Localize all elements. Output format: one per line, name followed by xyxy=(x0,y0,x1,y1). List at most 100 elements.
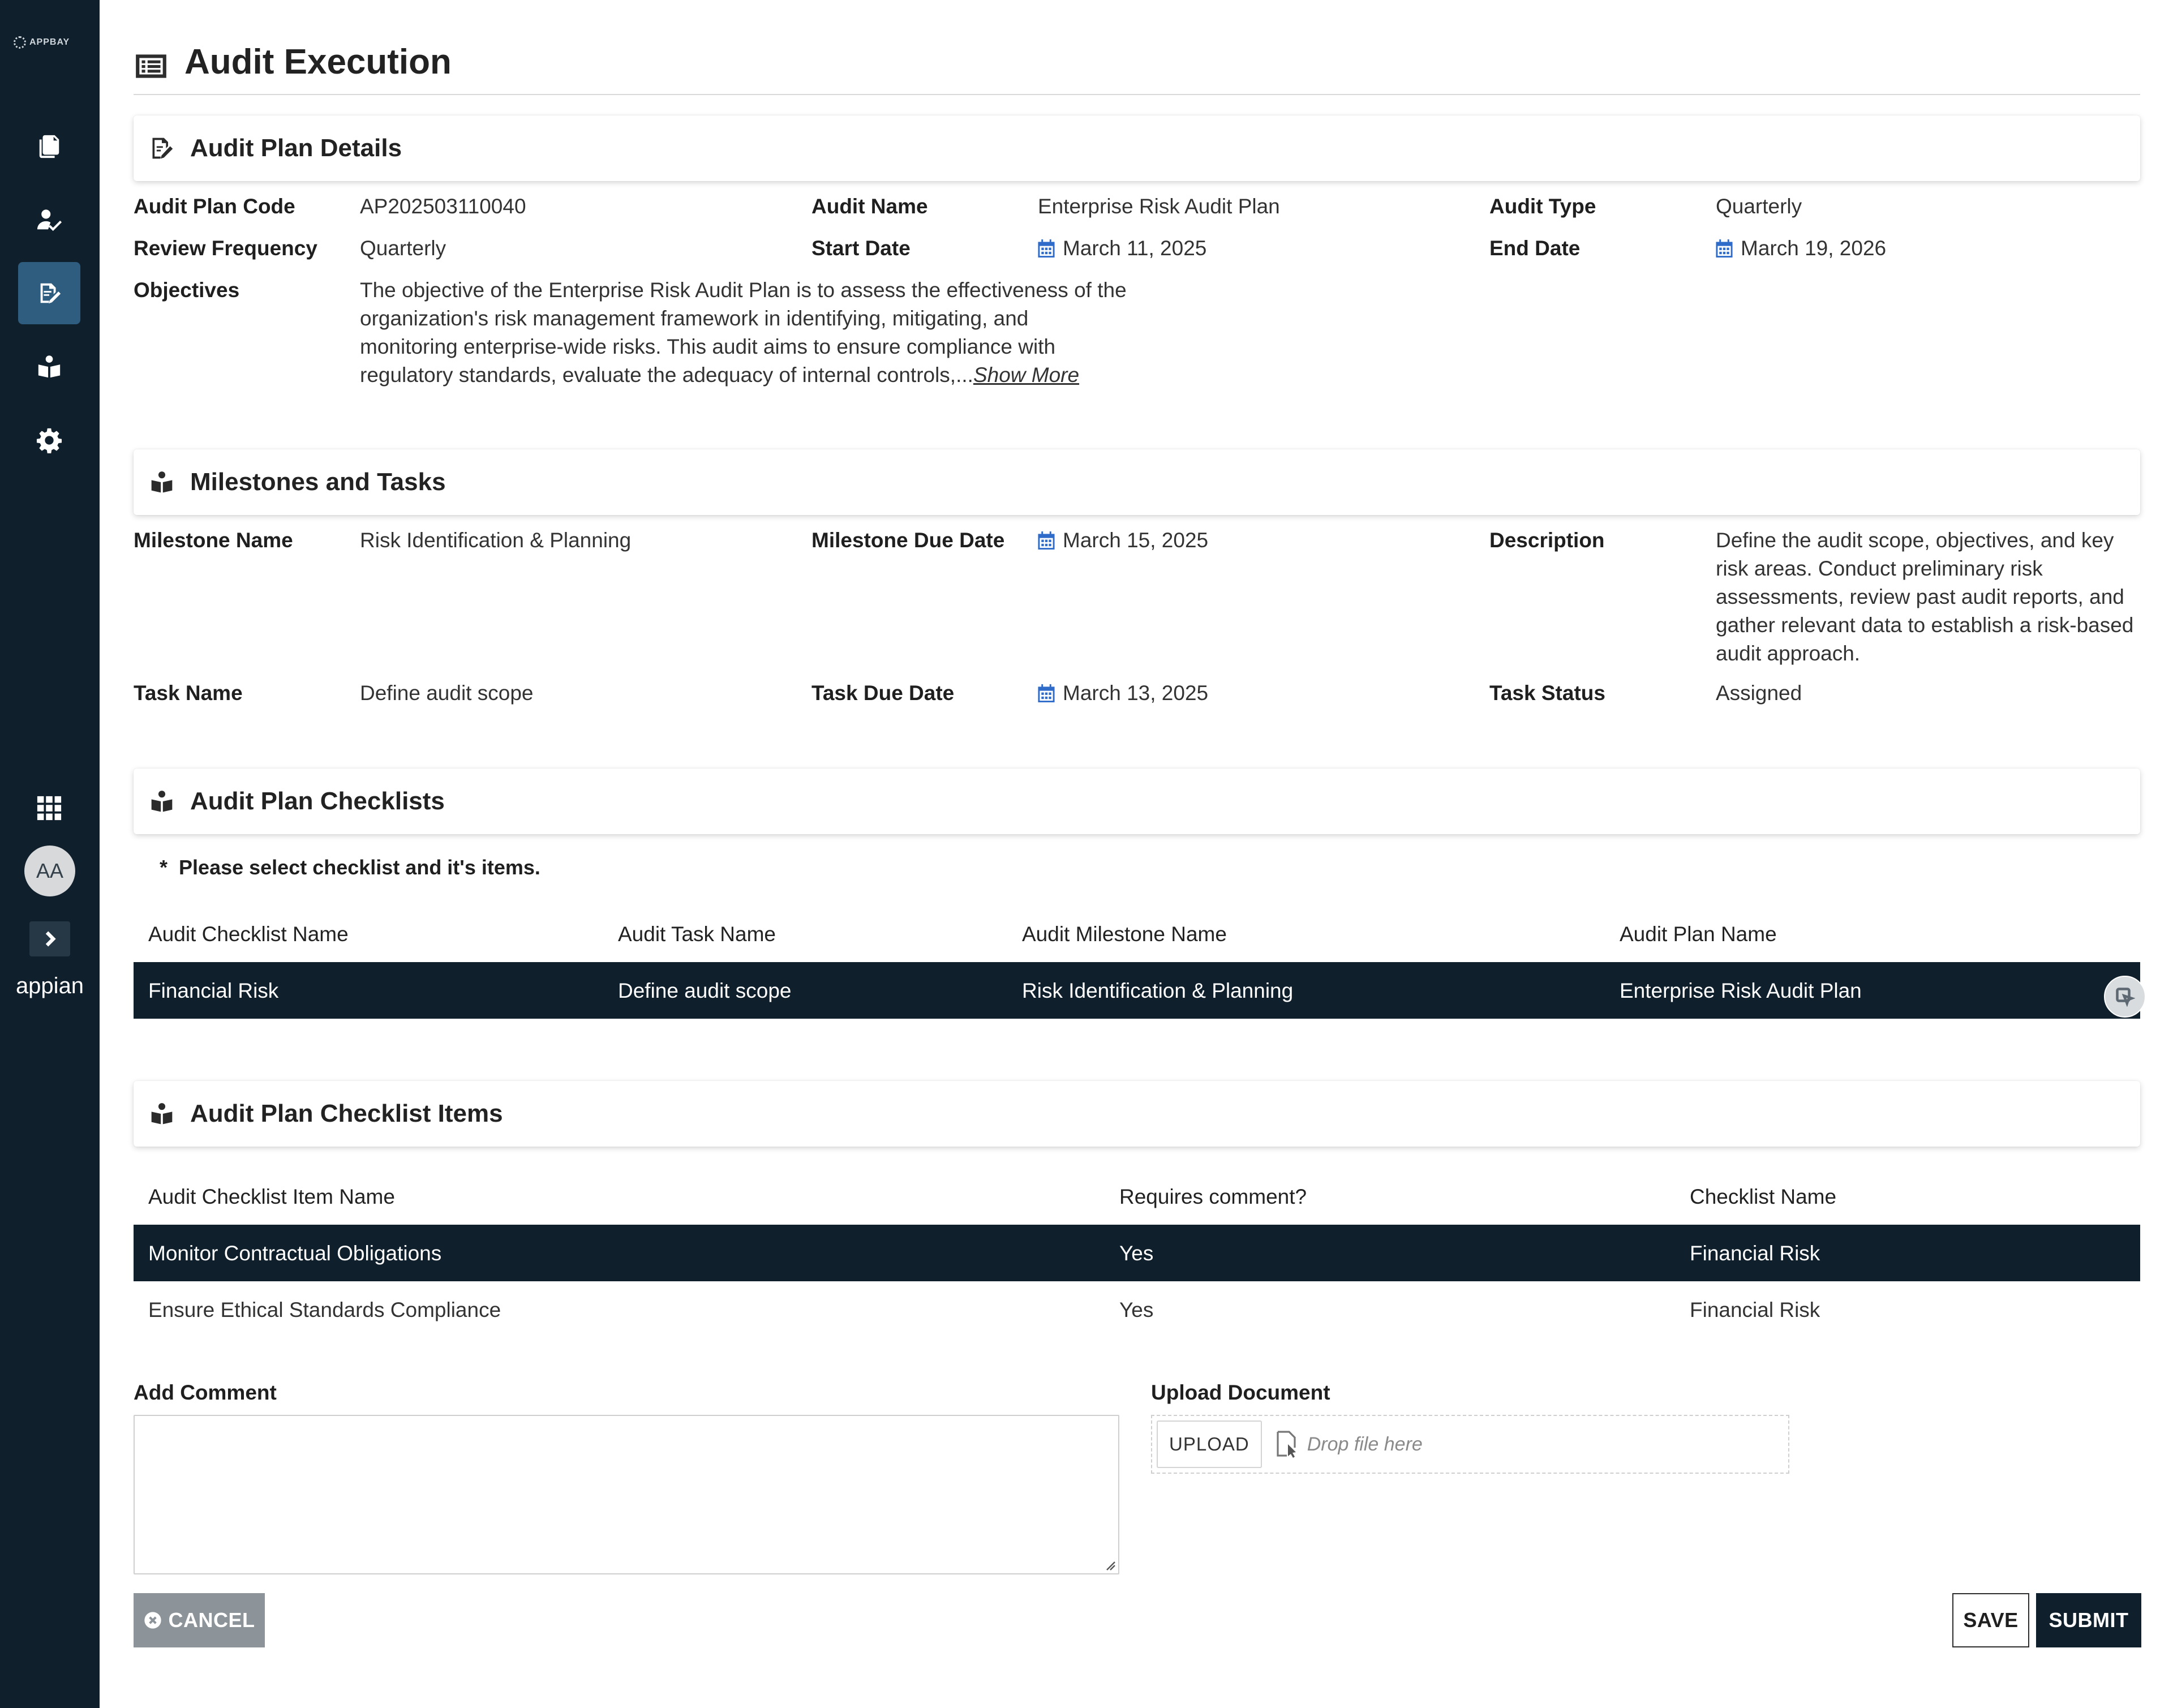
table-cell: Risk Identification & Planning xyxy=(1022,979,1294,1002)
upload-button[interactable]: UPLOAD xyxy=(1157,1421,1262,1468)
nav-users[interactable] xyxy=(18,188,80,251)
column-header[interactable]: Audit Checklist Item Name xyxy=(148,1185,395,1209)
file-drop-zone[interactable]: UPLOAD Drop file here xyxy=(1151,1415,1789,1474)
gear-icon xyxy=(36,428,62,453)
section-title: Audit Plan Checklists xyxy=(190,787,445,815)
start-date-text: March 11, 2025 xyxy=(1063,237,1207,260)
file-drop-icon xyxy=(1277,1431,1296,1458)
table-row[interactable]: Monitor Contractual Obligations Yes Fina… xyxy=(134,1225,2140,1281)
chevron-right-icon xyxy=(45,931,56,947)
objectives-label: Objectives xyxy=(134,278,240,302)
column-header[interactable]: Audit Plan Name xyxy=(1620,922,1777,946)
user-avatar[interactable]: AA xyxy=(24,846,75,896)
section-title: Audit Plan Checklist Items xyxy=(190,1100,503,1127)
nav-audit-execution[interactable] xyxy=(18,262,80,324)
expand-sidebar-button[interactable] xyxy=(29,921,70,956)
description-line: gather relevant data to establish a risk… xyxy=(1716,613,2134,637)
task-name-value: Define audit scope xyxy=(360,681,534,705)
page-header: Audit Execution xyxy=(134,40,2140,95)
nav-settings[interactable] xyxy=(18,409,80,471)
nav-reports[interactable] xyxy=(18,336,80,398)
column-header[interactable]: Audit Checklist Name xyxy=(148,922,349,946)
resize-grip-icon[interactable] xyxy=(1105,1560,1116,1571)
calendar-icon xyxy=(1716,239,1733,258)
logo-text: APPBAY xyxy=(29,37,70,47)
calendar-icon xyxy=(1038,531,1055,550)
description-line: assessments, review past audit reports, … xyxy=(1716,585,2124,608)
table-cell: Ensure Ethical Standards Compliance xyxy=(148,1298,501,1321)
comment-textarea[interactable] xyxy=(134,1415,1119,1574)
section-audit-plan-checklists: Audit Plan Checklists xyxy=(134,769,2140,834)
start-date-value: March 11, 2025 xyxy=(1038,234,1206,263)
column-header[interactable]: Checklist Name xyxy=(1690,1185,1836,1209)
logo-mark-icon xyxy=(14,36,26,49)
audit-type-value: Quarterly xyxy=(1716,195,1802,218)
nav-app-grid[interactable] xyxy=(18,777,80,839)
objectives-line: monitoring enterprise-wide risks. This a… xyxy=(360,335,1056,358)
column-header[interactable]: Audit Task Name xyxy=(618,922,776,946)
app-grid-icon xyxy=(37,796,62,821)
nav-documents[interactable] xyxy=(18,115,80,177)
reader-icon xyxy=(38,355,61,378)
table-cell: Financial Risk xyxy=(148,979,279,1002)
objectives-line-last: regulatory standards, evaluate the adequ… xyxy=(360,361,1265,389)
description-line: Define the audit scope, objectives, and … xyxy=(1716,529,2114,552)
column-header[interactable]: Requires comment? xyxy=(1119,1185,1307,1209)
table-cell: Yes xyxy=(1119,1298,1154,1321)
add-comment-label: Add Comment xyxy=(134,1381,277,1404)
end-date-label: End Date xyxy=(1489,237,1581,260)
table-row[interactable]: Financial Risk Define audit scope Risk I… xyxy=(134,962,2146,1019)
reader-icon xyxy=(151,471,173,493)
task-due-label: Task Due Date xyxy=(811,681,955,705)
review-frequency-value: Quarterly xyxy=(360,237,446,260)
submit-button[interactable]: SUBMIT xyxy=(2036,1593,2141,1647)
appian-logo: appian xyxy=(15,973,84,998)
instruction-text: Please select checklist and it's items. xyxy=(179,856,540,879)
show-more-link[interactable]: Show More xyxy=(973,363,1079,387)
documents-icon xyxy=(39,135,59,158)
reader-icon xyxy=(151,1103,173,1125)
audit-name-label: Audit Name xyxy=(811,195,928,218)
table-cell: Financial Risk xyxy=(1690,1298,1820,1321)
end-date-text: March 19, 2026 xyxy=(1741,237,1887,260)
plan-code-label: Audit Plan Code xyxy=(134,195,295,218)
page-title: Audit Execution xyxy=(184,42,452,81)
objectives-line: organization's risk management framework… xyxy=(360,307,1029,330)
upload-document-label: Upload Document xyxy=(1151,1381,1330,1404)
table-cell: Enterprise Risk Audit Plan xyxy=(1620,979,1862,1002)
column-header[interactable]: Audit Milestone Name xyxy=(1022,922,1227,946)
task-status-label: Task Status xyxy=(1489,681,1605,705)
review-frequency-label: Review Frequency xyxy=(134,237,317,260)
objectives-line: The objective of the Enterprise Risk Aud… xyxy=(360,278,1127,302)
start-date-label: Start Date xyxy=(811,237,911,260)
checklists-grid: Audit Checklist Name Audit Task Name Aud… xyxy=(134,906,2146,1019)
table-cell: Monitor Contractual Obligations xyxy=(148,1242,442,1265)
grid-header-row: Audit Checklist Name Audit Task Name Aud… xyxy=(134,906,2140,962)
company-logo[interactable]: APPBAY xyxy=(14,34,81,51)
end-date-value: March 19, 2026 xyxy=(1716,234,1886,263)
cancel-label: CANCEL xyxy=(168,1608,255,1632)
description-label: Description xyxy=(1489,529,1605,552)
objectives-line: regulatory standards, evaluate the adequ… xyxy=(360,363,973,387)
required-marker: * xyxy=(160,856,168,879)
task-status-value: Assigned xyxy=(1716,681,1802,705)
task-due-text: March 13, 2025 xyxy=(1063,681,1209,705)
section-milestones-and-tasks: Milestones and Tasks xyxy=(134,449,2140,515)
task-due-value: March 13, 2025 xyxy=(1038,679,1208,707)
description-line: risk areas. Conduct preliminary risk xyxy=(1716,557,2043,580)
row-action-button[interactable] xyxy=(2104,976,2146,1018)
save-button[interactable]: SAVE xyxy=(1952,1593,2029,1647)
calendar-icon xyxy=(1038,684,1055,702)
table-cell: Define audit scope xyxy=(618,979,792,1002)
selection-instruction: * Please select checklist and it's items… xyxy=(160,856,540,879)
user-check-icon xyxy=(37,209,62,231)
cancel-button[interactable]: CANCEL xyxy=(134,1593,265,1647)
table-cell: Yes xyxy=(1119,1242,1154,1265)
task-name-label: Task Name xyxy=(134,681,243,705)
calendar-icon xyxy=(1038,239,1055,258)
section-audit-plan-details: Audit Plan Details xyxy=(134,115,2140,181)
app-sidebar: APPBAY AA appian xyxy=(0,0,100,1708)
description-line: audit approach. xyxy=(1716,642,1861,665)
table-row[interactable]: Ensure Ethical Standards Compliance Yes … xyxy=(134,1281,2140,1338)
plan-code-value: AP202503110040 xyxy=(360,195,526,218)
